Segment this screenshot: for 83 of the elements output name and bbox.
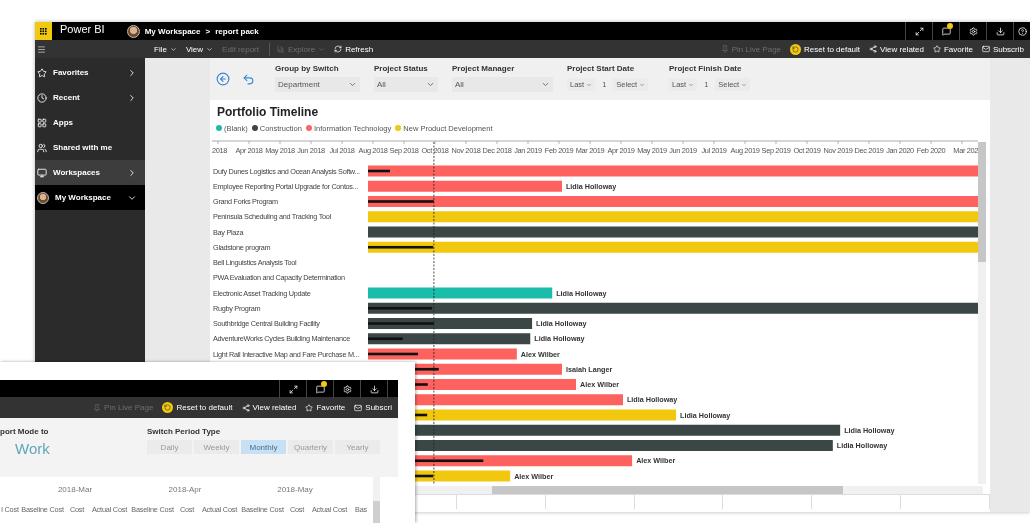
download-icon[interactable] bbox=[369, 384, 379, 394]
star-icon bbox=[305, 403, 314, 412]
toolbar-button[interactable]: Reset to default bbox=[787, 41, 864, 57]
caret-icon bbox=[639, 81, 646, 88]
avatar-icon bbox=[37, 191, 49, 204]
chevron-right-icon bbox=[127, 167, 137, 178]
period-option[interactable]: Monthly bbox=[241, 440, 286, 454]
breadcrumb-separator: > bbox=[205, 26, 211, 36]
scrollbar[interactable] bbox=[373, 477, 380, 523]
toolbar-button[interactable]: View related bbox=[866, 41, 927, 57]
sidebar-item[interactable]: Recent bbox=[35, 85, 145, 110]
filter-dropdown[interactable]: All bbox=[452, 77, 553, 92]
toolbar-button[interactable]: Subscri bbox=[351, 399, 395, 416]
month-header: 2018-May bbox=[276, 484, 314, 494]
filter-label: Project Finish Date bbox=[669, 64, 743, 73]
toolbar-button[interactable]: Favorite bbox=[929, 41, 976, 57]
filter-dropdown[interactable]: All bbox=[374, 77, 438, 92]
expand-icon[interactable] bbox=[288, 384, 298, 394]
settings-icon[interactable] bbox=[342, 384, 352, 394]
star-icon bbox=[932, 45, 941, 53]
chevron-right-icon bbox=[127, 92, 137, 103]
notifications-icon[interactable] bbox=[315, 384, 325, 394]
share-icon bbox=[869, 45, 878, 53]
month-header: 2018-Apr bbox=[167, 484, 203, 494]
sidebar-item[interactable]: Shared with me bbox=[35, 135, 145, 160]
toolbar-button[interactable]: View related bbox=[238, 399, 300, 416]
toolbar-button[interactable]: File bbox=[151, 41, 180, 57]
expand-icon[interactable] bbox=[914, 26, 924, 36]
refresh-icon bbox=[334, 45, 343, 53]
toolbar-button[interactable]: Favorite bbox=[302, 399, 349, 416]
caret-icon bbox=[741, 81, 748, 88]
caret-icon bbox=[169, 45, 177, 53]
monitor-icon bbox=[37, 167, 47, 178]
mode-label: port Mode to bbox=[0, 427, 50, 436]
settings-icon[interactable] bbox=[968, 26, 978, 36]
back-icon[interactable] bbox=[216, 72, 230, 86]
breadcrumb-link[interactable]: My Workspace bbox=[144, 26, 201, 36]
month-header: 2018-Mar bbox=[56, 484, 94, 494]
clock-icon bbox=[37, 92, 47, 103]
caret-icon bbox=[318, 45, 326, 53]
share-icon bbox=[241, 403, 250, 412]
sidebar-item[interactable]: Workspaces bbox=[35, 160, 145, 185]
pin-icon bbox=[93, 403, 102, 412]
caret-icon bbox=[688, 81, 695, 88]
scrollbar[interactable] bbox=[978, 142, 986, 484]
filter-label: Group by Switch bbox=[275, 64, 340, 73]
download-icon[interactable] bbox=[995, 26, 1005, 36]
people-icon bbox=[37, 142, 47, 153]
toolbar-button[interactable]: View bbox=[182, 41, 217, 57]
chevron-right-icon bbox=[127, 67, 137, 78]
pin-icon bbox=[720, 45, 729, 53]
undo-icon[interactable] bbox=[242, 72, 255, 86]
filter-dropdown[interactable]: Department bbox=[275, 77, 360, 92]
mail-icon bbox=[354, 403, 363, 412]
caret-icon bbox=[426, 80, 435, 89]
reset-icon bbox=[162, 402, 174, 413]
filter-label: Project Start Date bbox=[567, 64, 636, 73]
breadcrumb-link[interactable]: report pack bbox=[215, 26, 259, 36]
sidebar-item[interactable]: Apps bbox=[35, 110, 145, 135]
filter-label: Project Status bbox=[374, 64, 429, 73]
chart-title: Portfolio Timeline bbox=[216, 104, 320, 121]
help-icon[interactable] bbox=[1017, 26, 1027, 36]
apps-icon bbox=[37, 117, 47, 128]
caret-icon bbox=[541, 80, 550, 89]
mail-icon bbox=[981, 45, 990, 53]
period-label: Switch Period Type bbox=[147, 427, 222, 436]
caret-icon bbox=[348, 80, 357, 89]
toolbar-button[interactable]: Subscrib bbox=[978, 41, 1027, 57]
caret-icon bbox=[206, 45, 214, 53]
caret-icon bbox=[586, 81, 593, 88]
menu-icon[interactable] bbox=[37, 44, 46, 54]
star-icon bbox=[37, 67, 47, 78]
toolbar-button[interactable]: Refresh bbox=[331, 41, 377, 57]
notifications-icon[interactable] bbox=[941, 26, 951, 36]
filter-label: Project Manager bbox=[452, 64, 516, 73]
chart-icon bbox=[277, 45, 285, 53]
sidebar-item[interactable]: My Workspace bbox=[35, 185, 145, 210]
product-name: Power BI bbox=[60, 22, 105, 35]
toolbar-button[interactable]: Reset to default bbox=[159, 399, 236, 416]
avatar-icon bbox=[126, 24, 140, 38]
app-launcher-icon[interactable] bbox=[35, 22, 52, 40]
reset-icon bbox=[790, 43, 802, 55]
sidebar-item[interactable]: Favorites bbox=[35, 60, 145, 85]
